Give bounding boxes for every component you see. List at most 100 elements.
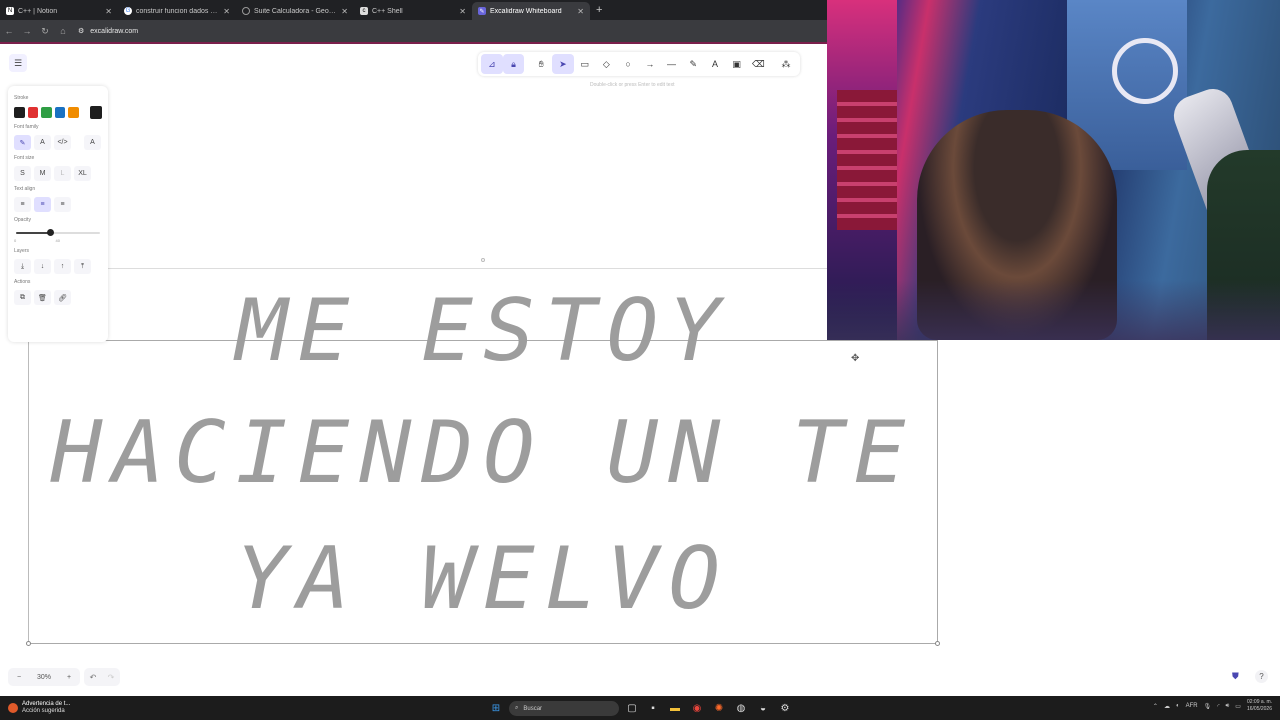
help-icon[interactable]: ? xyxy=(1255,670,1268,683)
wifi-icon[interactable]: ◜ xyxy=(1217,703,1219,710)
slider-knob[interactable] xyxy=(46,229,54,236)
selection-icon[interactable]: ➤ xyxy=(552,54,574,74)
tab-notion[interactable]: N C++ | Notion ✕ xyxy=(0,2,118,20)
tab-geogebra[interactable]: Suite Calculadora - GeoGebra ✕ xyxy=(236,2,354,20)
eraser-icon[interactable]: ⌫ xyxy=(748,54,770,74)
opacity-slider[interactable] xyxy=(14,228,102,238)
back-icon[interactable]: ← xyxy=(0,26,18,36)
microphone-icon[interactable]: 🎙︎ xyxy=(1204,703,1212,710)
tab-google[interactable]: G construir funcion dados dos pu ✕ xyxy=(118,2,236,20)
file-explorer-icon[interactable]: ▬ xyxy=(668,701,682,715)
close-icon[interactable]: ✕ xyxy=(577,7,584,16)
resize-handle[interactable] xyxy=(935,641,940,646)
send-to-back-icon[interactable]: ⤓ xyxy=(14,259,31,274)
tray-app-icon-2[interactable]: ◐ xyxy=(1176,703,1180,709)
chevron-up-icon[interactable]: ⌃ xyxy=(1153,703,1158,710)
delete-icon[interactable]: 🗑︎ xyxy=(34,290,51,305)
toolbar-hint: Double-click or press Enter to edit text xyxy=(590,82,675,88)
text-icon[interactable]: A xyxy=(704,54,726,74)
close-icon[interactable]: ✕ xyxy=(341,7,348,16)
ellipse-icon[interactable]: ○ xyxy=(617,54,639,74)
more-tools-icon[interactable]: ⁂ xyxy=(775,54,797,74)
notion-icon: N xyxy=(6,7,14,15)
diamond-icon[interactable]: ◇ xyxy=(596,54,618,74)
obs-icon[interactable]: ◍ xyxy=(734,701,748,715)
tab-cpp-shell[interactable]: c C++ Shell ✕ xyxy=(354,2,472,20)
tray-app-icon[interactable]: ☁ xyxy=(1164,703,1170,710)
font-size-m[interactable]: M xyxy=(34,166,51,181)
text-line[interactable]: YA WELVO xyxy=(28,536,938,622)
align-left-icon[interactable]: ≡ xyxy=(14,197,31,212)
close-icon[interactable]: ✕ xyxy=(105,7,112,16)
windows-start-icon[interactable]: ⊞ xyxy=(489,701,503,715)
new-tab-button[interactable]: + xyxy=(596,4,602,16)
rotation-handle[interactable] xyxy=(481,258,485,262)
zoom-in-button[interactable]: + xyxy=(58,674,80,681)
line-icon[interactable]: — xyxy=(661,54,683,74)
shield-icon[interactable]: ⛊ xyxy=(1232,671,1239,682)
stroke-swatches xyxy=(14,106,102,119)
bring-to-front-icon[interactable]: ⤒ xyxy=(74,259,91,274)
battery-icon[interactable]: ▭ xyxy=(1235,703,1241,710)
font-size-s[interactable]: S xyxy=(14,166,31,181)
color-swatch[interactable] xyxy=(54,107,66,118)
duplicate-icon[interactable]: ⧉ xyxy=(14,290,31,305)
font-code-icon[interactable]: </> xyxy=(54,135,71,150)
language-indicator[interactable]: AFR xyxy=(1186,703,1198,709)
current-color-swatch[interactable] xyxy=(89,106,102,119)
undo-icon[interactable]: ↶ xyxy=(84,673,102,682)
color-swatch[interactable] xyxy=(41,107,52,118)
app-icon[interactable]: ✺ xyxy=(712,701,726,715)
color-swatch[interactable] xyxy=(14,107,25,118)
url-text[interactable]: excalidraw.com xyxy=(90,28,138,35)
settings-icon[interactable]: ⚙ xyxy=(778,701,792,715)
redo-icon[interactable]: ↷ xyxy=(102,673,120,682)
color-swatch[interactable] xyxy=(68,107,79,118)
undo-redo-controls: ↶ ↷ xyxy=(84,668,120,686)
text-line[interactable]: ME ESTOY xyxy=(28,288,938,374)
align-right-icon[interactable]: ≡ xyxy=(54,197,71,212)
font-size-xl[interactable]: XL xyxy=(74,166,91,181)
reload-icon[interactable]: ↻ xyxy=(36,26,54,37)
terminal-icon[interactable]: ▪ xyxy=(646,701,660,715)
image-icon[interactable]: ▣ xyxy=(726,54,748,74)
font-more-icon[interactable]: A xyxy=(84,135,101,150)
forward-icon[interactable]: → xyxy=(18,26,36,36)
font-size-l[interactable]: L xyxy=(54,166,71,181)
link-icon[interactable]: 🔗︎ xyxy=(54,290,71,305)
chrome-icon[interactable]: ◉ xyxy=(690,701,704,715)
lock-tool-icon[interactable]: 🔒︎ xyxy=(502,54,525,74)
bring-forward-icon[interactable]: ↑ xyxy=(54,259,71,274)
layers-label: Layers xyxy=(14,248,30,254)
site-info-icon[interactable]: ⚙ xyxy=(78,27,84,35)
font-normal-icon[interactable]: A xyxy=(34,135,51,150)
notification[interactable]: Advertencia de t... Acción sugerida xyxy=(0,701,200,715)
rectangle-icon[interactable]: ▭ xyxy=(574,54,596,74)
task-view-icon[interactable]: ▢ xyxy=(625,701,639,715)
opacity-label: Opacity xyxy=(14,217,31,223)
hamburger-menu-icon[interactable]: ☰ xyxy=(9,54,27,72)
close-icon[interactable]: ✕ xyxy=(223,7,230,16)
taskbar-search[interactable]: ⌕ Buscar xyxy=(509,701,619,716)
align-center-icon[interactable]: ≡ xyxy=(34,197,51,212)
url-field[interactable]: ⚙ excalidraw.com xyxy=(78,27,138,36)
hand-icon[interactable]: ✋︎ xyxy=(530,54,552,74)
color-swatch[interactable] xyxy=(27,107,39,118)
draw-icon[interactable]: ✎ xyxy=(682,54,704,74)
webcam-overlay xyxy=(827,0,1280,340)
arrow-icon[interactable]: → xyxy=(639,54,661,74)
tab-excalidraw[interactable]: ✎ Excalidraw Whiteboard ✕ xyxy=(472,2,590,20)
lock-icon[interactable]: ⊿ xyxy=(481,54,503,74)
send-backward-icon[interactable]: ↓ xyxy=(34,259,51,274)
text-line[interactable]: HACIENDO UN TE xyxy=(28,410,938,496)
home-icon[interactable]: ⌂ xyxy=(54,26,72,36)
app-icon-2[interactable]: ◒ xyxy=(756,701,770,715)
volume-icon[interactable]: 🔊︎ xyxy=(1226,703,1230,710)
clock[interactable]: 02:09 a. m. 16/05/2026 xyxy=(1247,699,1272,713)
zoom-out-button[interactable]: − xyxy=(8,674,30,681)
zoom-level[interactable]: 30% xyxy=(30,674,58,681)
close-icon[interactable]: ✕ xyxy=(459,7,466,16)
notification-title: Advertencia de t... xyxy=(22,701,71,707)
resize-handle[interactable] xyxy=(26,641,31,646)
font-handdrawn-icon[interactable]: ✎ xyxy=(14,135,31,150)
